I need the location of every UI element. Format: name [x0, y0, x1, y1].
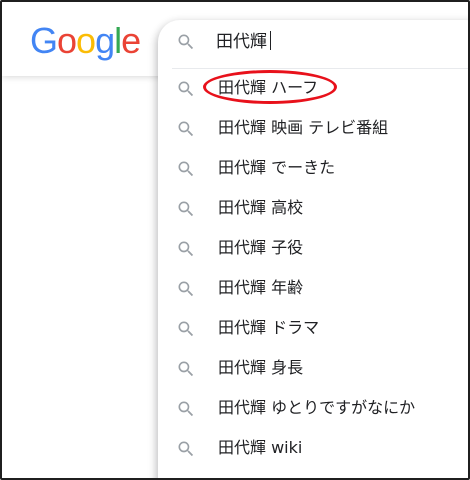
suggestion-item[interactable]: 田代輝 でーきた	[158, 148, 468, 188]
search-icon	[176, 319, 196, 339]
search-icon	[176, 159, 196, 179]
text-caret	[270, 31, 271, 50]
suggestion-item[interactable]: 田代輝 ドラマ	[158, 308, 468, 348]
logo-letter: l	[114, 20, 122, 61]
screenshot-frame: Google 田代輝 田代輝 ハーフ 田代輝 映画 テレビ番組 田代輝 でーきた…	[0, 0, 470, 480]
search-icon	[176, 119, 196, 139]
search-icon	[176, 439, 196, 459]
suggestion-text: 田代輝 高校	[218, 198, 304, 217]
search-icon	[176, 32, 196, 52]
search-icon	[176, 359, 196, 379]
search-icon	[176, 199, 196, 219]
suggestion-text: 田代輝 年齢	[218, 278, 304, 297]
suggestion-text: 田代輝 ハーフ	[218, 78, 319, 97]
search-box[interactable]: 田代輝	[158, 20, 468, 64]
suggestion-text: 田代輝 ゆとりですがなにか	[218, 398, 416, 417]
search-icon	[176, 279, 196, 299]
search-icon	[176, 399, 196, 419]
suggestion-list: 田代輝 ハーフ 田代輝 映画 テレビ番組 田代輝 でーきた 田代輝 高校 田代輝…	[158, 68, 468, 468]
suggestion-item[interactable]: 田代輝 高校	[158, 188, 468, 228]
suggestion-item[interactable]: 田代輝 ハーフ	[158, 68, 468, 108]
logo-letter: G	[30, 20, 58, 61]
logo-letter: o	[57, 20, 77, 61]
suggestion-item[interactable]: 田代輝 映画 テレビ番組	[158, 108, 468, 148]
logo-letter: o	[76, 20, 96, 61]
autocomplete-dropdown: 田代輝 田代輝 ハーフ 田代輝 映画 テレビ番組 田代輝 でーきた 田代輝 高校	[158, 20, 468, 478]
suggestion-text: 田代輝 wiki	[218, 438, 303, 457]
search-icon	[176, 239, 196, 259]
suggestion-item[interactable]: 田代輝 ゆとりですがなにか	[158, 388, 468, 428]
search-input[interactable]: 田代輝	[216, 30, 271, 54]
google-logo[interactable]: Google	[30, 20, 141, 61]
suggestion-text: 田代輝 子役	[218, 238, 304, 257]
suggestion-item[interactable]: 田代輝 身長	[158, 348, 468, 388]
search-icon	[176, 79, 196, 99]
suggestion-text: 田代輝 映画 テレビ番組	[218, 118, 389, 137]
suggestion-text: 田代輝 でーきた	[218, 158, 336, 177]
search-input-value: 田代輝	[216, 32, 267, 52]
suggestion-item[interactable]: 田代輝 年齢	[158, 268, 468, 308]
suggestion-item[interactable]: 田代輝 子役	[158, 228, 468, 268]
suggestion-item[interactable]: 田代輝 wiki	[158, 428, 468, 468]
logo-letter: g	[95, 20, 115, 61]
suggestion-text: 田代輝 身長	[218, 358, 304, 377]
suggestion-text: 田代輝 ドラマ	[218, 318, 320, 337]
logo-letter: e	[121, 20, 141, 61]
